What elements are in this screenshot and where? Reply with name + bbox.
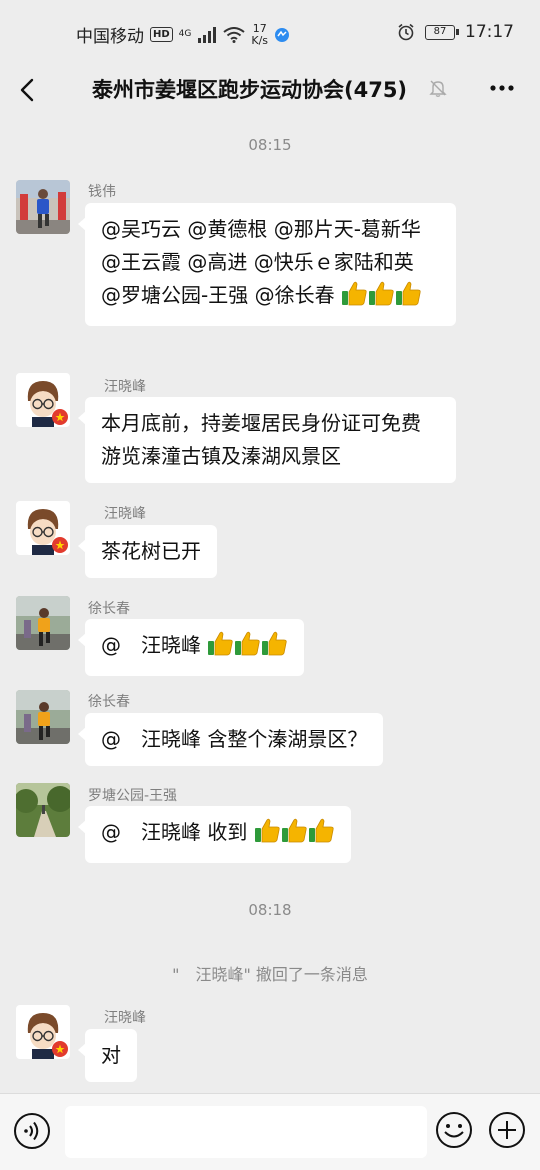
message-bubble[interactable]: @吴巧云 @黄德根 @那片天-葛新华 @王云霞 @高进 @快乐ｅ家陆和英 @罗塘…: [78, 203, 456, 326]
message-text: @ 汪晓峰 收到: [101, 820, 248, 844]
app-notification-icon: [275, 27, 290, 42]
thumbs-up-group: [254, 818, 335, 844]
time-separator: 08:15: [248, 136, 292, 154]
sender-name: 罗塘公园-王强: [88, 788, 178, 804]
avatar[interactable]: [16, 690, 70, 744]
cartoon-boy-avatar-icon: [16, 373, 70, 427]
network-type: 4G: [178, 29, 192, 39]
avatar[interactable]: [16, 596, 70, 650]
battery-icon: 87: [425, 24, 459, 40]
runner-photo-icon: [16, 180, 70, 234]
sender-name: 徐长春: [88, 601, 130, 617]
emoji-icon[interactable]: [434, 1110, 474, 1150]
status-bar-right: 87 17:17: [397, 22, 514, 42]
sender-name: 汪晓峰: [104, 506, 146, 522]
clock: 17:17: [465, 22, 514, 42]
message-bubble[interactable]: @ 汪晓峰: [77, 619, 305, 676]
avatar[interactable]: [16, 373, 70, 427]
thumbs-up-icon: [207, 630, 234, 666]
thumbs-up-icon: [281, 817, 308, 853]
avatar[interactable]: [16, 501, 70, 555]
thumbs-up-group: [341, 281, 422, 307]
message-bubble[interactable]: 对: [78, 1029, 137, 1082]
message-text: 对: [101, 1043, 121, 1067]
signal-icon: [198, 26, 217, 43]
park-photo-icon: [16, 783, 70, 837]
status-bar: 中国移动 HD 4G 17 K/s 87 17:17: [0, 0, 540, 66]
avatar[interactable]: [16, 1005, 70, 1059]
message-bubble[interactable]: @ 汪晓峰 收到: [78, 806, 351, 863]
thumbs-up-icon: [234, 630, 261, 666]
message-text: 茶花树已开: [101, 539, 201, 563]
time-separator: 08:18: [248, 901, 292, 919]
more-options-icon[interactable]: [488, 74, 516, 102]
runner-photo-icon: [16, 596, 70, 650]
input-bar: [0, 1093, 540, 1170]
thumbs-up-icon: [308, 817, 335, 853]
thumbs-up-icon: [261, 630, 288, 666]
avatar[interactable]: [16, 180, 70, 234]
message-bubble[interactable]: @ 汪晓峰 含整个溱湖景区？: [77, 713, 384, 766]
message-text: @ 汪晓峰 含整个溱湖景区？: [101, 727, 368, 751]
recall-notice: " 汪晓峰" 撤回了一条消息: [172, 965, 368, 984]
hd-badge: HD: [150, 27, 173, 42]
thumbs-up-icon: [341, 280, 368, 316]
cartoon-boy-avatar-icon: [16, 501, 70, 555]
message-bubble[interactable]: 本月底前，持姜堰居民身份证可免费游览溱潼古镇及溱湖风景区: [78, 397, 456, 483]
chat-header: 泰州市姜堰区跑步运动协会(475): [0, 66, 540, 114]
carrier-label: 中国移动: [76, 27, 144, 47]
sender-name: 汪晓峰: [104, 1010, 146, 1026]
sender-name: 钱伟: [88, 184, 116, 200]
thumbs-up-icon: [395, 280, 422, 316]
runner-photo-icon: [16, 690, 70, 744]
thumbs-up-group: [207, 631, 288, 657]
network-speed: 17 K/s: [251, 22, 269, 47]
sender-name: 汪晓峰: [104, 379, 146, 395]
voice-input-icon[interactable]: [13, 1112, 51, 1150]
message-input[interactable]: [65, 1106, 427, 1158]
status-bar-left: 中国移动 HD 4G 17 K/s: [76, 22, 290, 47]
thumbs-up-icon: [254, 817, 281, 853]
speed-unit: K/s: [251, 33, 269, 47]
message-bubble[interactable]: 茶花树已开: [78, 525, 217, 578]
alarm-icon: [398, 23, 414, 41]
message-text: @ 汪晓峰: [101, 633, 208, 657]
back-arrow-icon[interactable]: [14, 72, 44, 108]
page-title: 泰州市姜堰区跑步运动协会(475): [92, 78, 408, 102]
more-functions-plus-icon[interactable]: [487, 1110, 527, 1150]
sender-name: 徐长春: [88, 694, 130, 710]
wifi-icon: [223, 26, 245, 43]
mute-bell-icon: [429, 80, 447, 97]
thumbs-up-icon: [368, 280, 395, 316]
cartoon-boy-avatar-icon: [16, 1005, 70, 1059]
message-text: 本月底前，持姜堰居民身份证可免费游览溱潼古镇及溱湖风景区: [101, 411, 421, 468]
avatar[interactable]: [16, 783, 70, 837]
